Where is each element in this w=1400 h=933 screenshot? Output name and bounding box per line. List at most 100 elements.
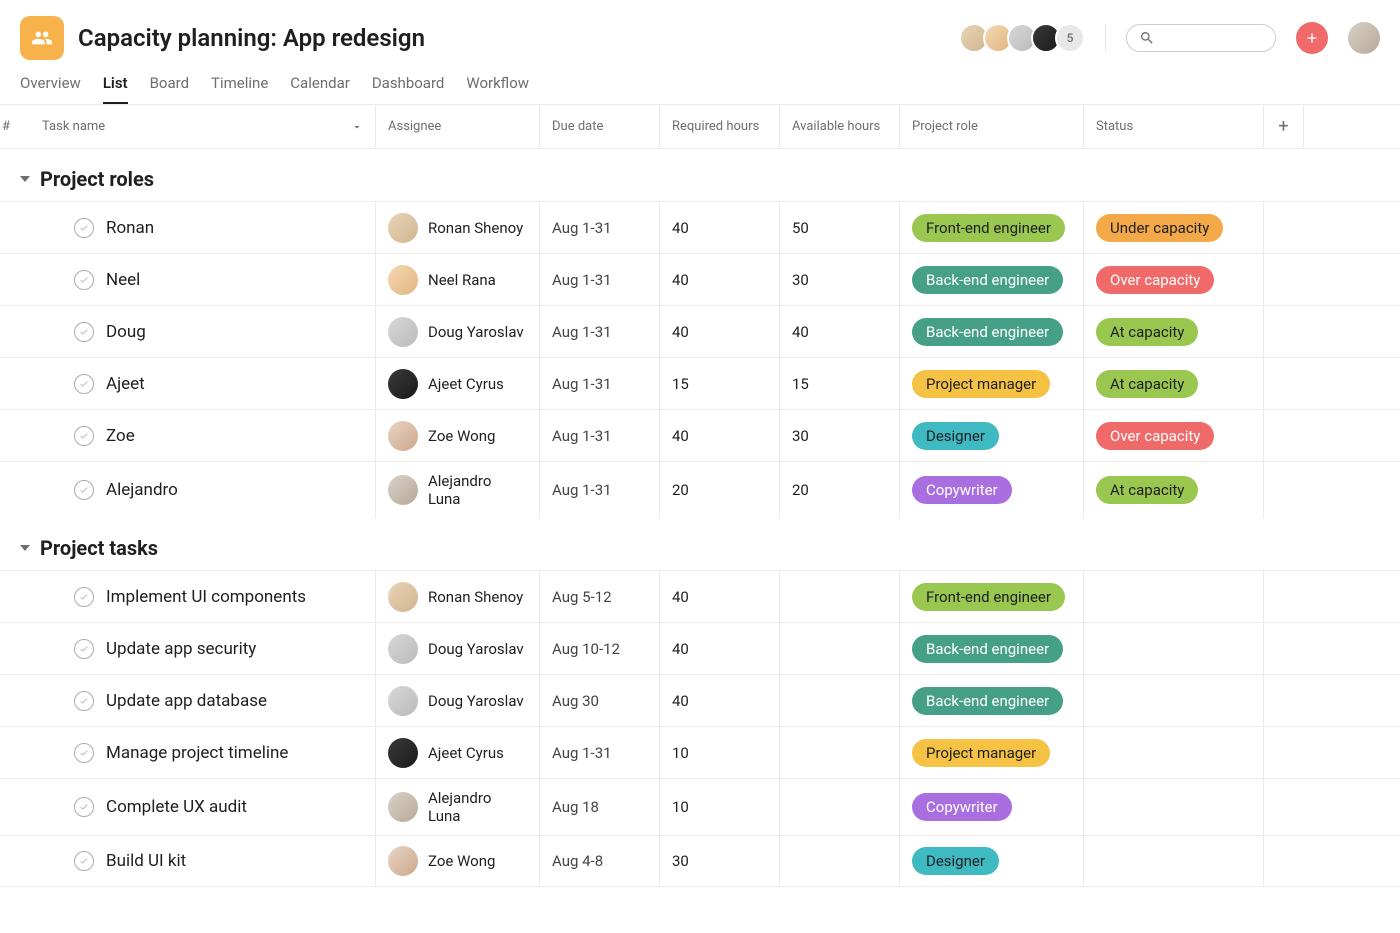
complete-checkbox[interactable] bbox=[74, 743, 94, 763]
tab-calendar[interactable]: Calendar bbox=[290, 74, 350, 104]
project-role-cell[interactable]: Front-end engineer bbox=[900, 571, 1084, 622]
col-due-date[interactable]: Due date bbox=[540, 105, 660, 148]
due-date-cell[interactable]: Aug 1-31 bbox=[540, 306, 660, 357]
task-row[interactable]: Update app database Doug Yaroslav Aug 30… bbox=[0, 674, 1400, 726]
chevron-down-icon[interactable] bbox=[351, 121, 363, 133]
tab-dashboard[interactable]: Dashboard bbox=[372, 74, 445, 104]
complete-checkbox[interactable] bbox=[74, 480, 94, 500]
task-row[interactable]: Neel Neel Rana Aug 1-31 40 30 Back-end e… bbox=[0, 253, 1400, 305]
assignee-cell[interactable]: Neel Rana bbox=[376, 254, 540, 305]
due-date-cell[interactable]: Aug 18 bbox=[540, 779, 660, 835]
available-hours-cell[interactable] bbox=[780, 779, 900, 835]
required-hours-cell[interactable]: 15 bbox=[660, 358, 780, 409]
assignee-cell[interactable]: Ajeet Cyrus bbox=[376, 358, 540, 409]
col-required-hours[interactable]: Required hours bbox=[660, 105, 780, 148]
task-name-cell[interactable]: Complete UX audit bbox=[34, 779, 376, 835]
status-cell[interactable] bbox=[1084, 675, 1264, 726]
task-name-cell[interactable]: Ronan bbox=[34, 202, 376, 253]
assignee-cell[interactable]: Ronan Shenoy bbox=[376, 202, 540, 253]
project-role-cell[interactable]: Back-end engineer bbox=[900, 306, 1084, 357]
status-cell[interactable]: At capacity bbox=[1084, 462, 1264, 518]
status-cell[interactable] bbox=[1084, 623, 1264, 674]
project-role-cell[interactable]: Copywriter bbox=[900, 779, 1084, 835]
status-cell[interactable]: Under capacity bbox=[1084, 202, 1264, 253]
tab-workflow[interactable]: Workflow bbox=[466, 74, 529, 104]
project-role-cell[interactable]: Back-end engineer bbox=[900, 675, 1084, 726]
due-date-cell[interactable]: Aug 1-31 bbox=[540, 410, 660, 461]
available-hours-cell[interactable] bbox=[780, 727, 900, 778]
tab-board[interactable]: Board bbox=[150, 74, 189, 104]
assignee-cell[interactable]: Alejandro Luna bbox=[376, 779, 540, 835]
complete-checkbox[interactable] bbox=[74, 587, 94, 607]
status-cell[interactable]: Over capacity bbox=[1084, 410, 1264, 461]
due-date-cell[interactable]: Aug 4-8 bbox=[540, 836, 660, 886]
assignee-cell[interactable]: Ajeet Cyrus bbox=[376, 727, 540, 778]
due-date-cell[interactable]: Aug 30 bbox=[540, 675, 660, 726]
due-date-cell[interactable]: Aug 10-12 bbox=[540, 623, 660, 674]
complete-checkbox[interactable] bbox=[74, 851, 94, 871]
section-header[interactable]: Project roles bbox=[0, 149, 1400, 201]
assignee-cell[interactable]: Doug Yaroslav bbox=[376, 675, 540, 726]
assignee-cell[interactable]: Zoe Wong bbox=[376, 410, 540, 461]
complete-checkbox[interactable] bbox=[74, 322, 94, 342]
task-name-cell[interactable]: Neel bbox=[34, 254, 376, 305]
col-assignee[interactable]: Assignee bbox=[376, 105, 540, 148]
due-date-cell[interactable]: Aug 1-31 bbox=[540, 202, 660, 253]
task-row[interactable]: Complete UX audit Alejandro Luna Aug 18 … bbox=[0, 778, 1400, 835]
available-hours-cell[interactable]: 15 bbox=[780, 358, 900, 409]
task-name-cell[interactable]: Update app security bbox=[34, 623, 376, 674]
required-hours-cell[interactable]: 40 bbox=[660, 254, 780, 305]
assignee-cell[interactable]: Alejandro Luna bbox=[376, 462, 540, 518]
task-row[interactable]: Update app security Doug Yaroslav Aug 10… bbox=[0, 622, 1400, 674]
project-role-cell[interactable]: Front-end engineer bbox=[900, 202, 1084, 253]
task-name-cell[interactable]: Doug bbox=[34, 306, 376, 357]
required-hours-cell[interactable]: 40 bbox=[660, 675, 780, 726]
member-avatars[interactable]: 5 bbox=[959, 23, 1085, 53]
task-row[interactable]: Implement UI components Ronan Shenoy Aug… bbox=[0, 570, 1400, 622]
complete-checkbox[interactable] bbox=[74, 639, 94, 659]
tab-overview[interactable]: Overview bbox=[20, 74, 81, 104]
project-role-cell[interactable]: Copywriter bbox=[900, 462, 1084, 518]
complete-checkbox[interactable] bbox=[74, 797, 94, 817]
project-role-cell[interactable]: Designer bbox=[900, 410, 1084, 461]
available-hours-cell[interactable] bbox=[780, 571, 900, 622]
required-hours-cell[interactable]: 10 bbox=[660, 779, 780, 835]
add-column-button[interactable]: + bbox=[1264, 105, 1304, 148]
section-header[interactable]: Project tasks bbox=[0, 518, 1400, 570]
available-hours-cell[interactable] bbox=[780, 675, 900, 726]
task-row[interactable]: Build UI kit Zoe Wong Aug 4-8 30 Designe… bbox=[0, 835, 1400, 887]
required-hours-cell[interactable]: 10 bbox=[660, 727, 780, 778]
task-row[interactable]: Ronan Ronan Shenoy Aug 1-31 40 50 Front-… bbox=[0, 201, 1400, 253]
col-number[interactable]: # bbox=[0, 105, 34, 148]
col-project-role[interactable]: Project role bbox=[900, 105, 1084, 148]
available-hours-cell[interactable]: 40 bbox=[780, 306, 900, 357]
available-hours-cell[interactable]: 30 bbox=[780, 254, 900, 305]
task-name-cell[interactable]: Zoe bbox=[34, 410, 376, 461]
search-input[interactable] bbox=[1126, 24, 1276, 52]
task-name-cell[interactable]: Implement UI components bbox=[34, 571, 376, 622]
task-row[interactable]: Zoe Zoe Wong Aug 1-31 40 30 Designer Ove… bbox=[0, 409, 1400, 461]
complete-checkbox[interactable] bbox=[74, 374, 94, 394]
project-role-cell[interactable]: Project manager bbox=[900, 358, 1084, 409]
assignee-cell[interactable]: Doug Yaroslav bbox=[376, 623, 540, 674]
due-date-cell[interactable]: Aug 5-12 bbox=[540, 571, 660, 622]
assignee-cell[interactable]: Doug Yaroslav bbox=[376, 306, 540, 357]
available-hours-cell[interactable]: 20 bbox=[780, 462, 900, 518]
complete-checkbox[interactable] bbox=[74, 218, 94, 238]
task-row[interactable]: Ajeet Ajeet Cyrus Aug 1-31 15 15 Project… bbox=[0, 357, 1400, 409]
due-date-cell[interactable]: Aug 1-31 bbox=[540, 358, 660, 409]
assignee-cell[interactable]: Zoe Wong bbox=[376, 836, 540, 886]
project-icon[interactable] bbox=[20, 16, 64, 60]
status-cell[interactable] bbox=[1084, 727, 1264, 778]
required-hours-cell[interactable]: 40 bbox=[660, 571, 780, 622]
project-role-cell[interactable]: Designer bbox=[900, 836, 1084, 886]
col-status[interactable]: Status bbox=[1084, 105, 1264, 148]
project-role-cell[interactable]: Back-end engineer bbox=[900, 623, 1084, 674]
due-date-cell[interactable]: Aug 1-31 bbox=[540, 254, 660, 305]
due-date-cell[interactable]: Aug 1-31 bbox=[540, 462, 660, 518]
status-cell[interactable] bbox=[1084, 836, 1264, 886]
col-task-name[interactable]: Task name bbox=[34, 105, 376, 148]
project-role-cell[interactable]: Back-end engineer bbox=[900, 254, 1084, 305]
col-available-hours[interactable]: Available hours bbox=[780, 105, 900, 148]
status-cell[interactable] bbox=[1084, 571, 1264, 622]
